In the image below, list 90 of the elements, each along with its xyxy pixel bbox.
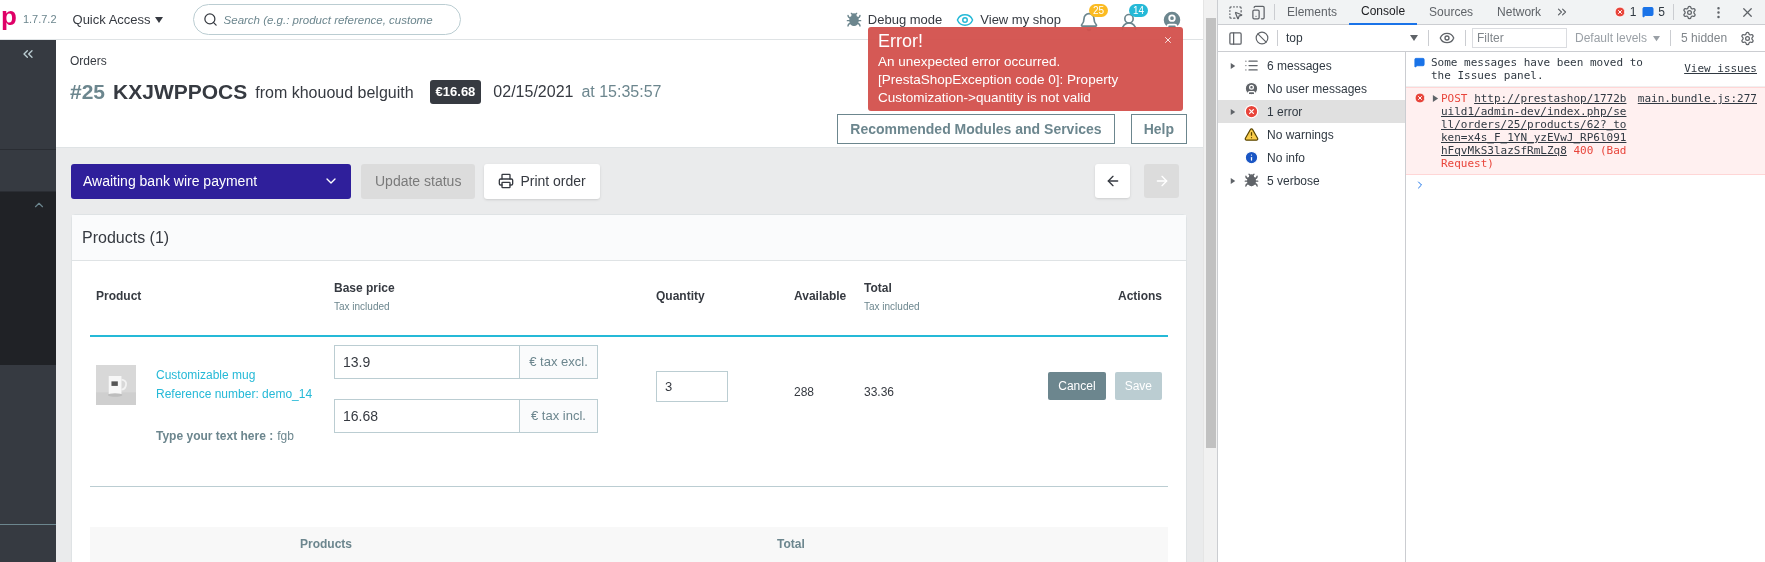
clear-console-icon[interactable] <box>1255 31 1269 45</box>
bug-icon[interactable] <box>845 11 862 28</box>
scrollbar[interactable] <box>1203 0 1217 562</box>
hidden-count: 5 hidden <box>1681 30 1728 47</box>
console-filter-item[interactable]: No info <box>1218 146 1405 169</box>
cancel-button[interactable]: Cancel <box>1048 372 1106 400</box>
available-cell: 288 <box>794 385 815 399</box>
filter-field[interactable]: Filter <box>1472 28 1567 48</box>
order-date: 02/15/2021 <box>493 81 574 102</box>
quantity-field[interactable]: 3 <box>656 371 728 402</box>
console-filter-item[interactable]: No user messages <box>1218 77 1405 100</box>
customization-value: fgb <box>277 428 294 445</box>
bug-icon <box>1244 173 1259 188</box>
console-error-message[interactable]: POST http://prestashop/1772build1/admin-dev/index.php/sell/orders/25/products/62?_token=x4s_F_1YN_yzEVwJ_RP6l091hFqvMkS3lazSfRmLZq8 400 (Bad Request) <box>1441 92 1629 170</box>
devtools-tab[interactable]: Console <box>1349 0 1418 25</box>
search-field[interactable]: Search (e.g.: product reference, custome <box>192 4 461 35</box>
settings-icon[interactable] <box>1682 4 1697 20</box>
price-field[interactable]: 13.9 <box>334 345 520 379</box>
order-reference: KXJWPPOCS <box>113 79 248 105</box>
caret-icon[interactable] <box>1410 34 1418 42</box>
previous-order-button[interactable] <box>1095 164 1130 198</box>
console-filter-item[interactable]: 1 error <box>1218 100 1405 123</box>
card-title: Products (1) <box>82 227 170 248</box>
devtools-tab[interactable]: Elements <box>1275 0 1350 25</box>
header-button[interactable]: Recommended Modules and Services <box>837 114 1115 144</box>
view-shop-link[interactable]: View my shop <box>980 9 1061 30</box>
customer-name: from khououd belguith <box>255 82 414 103</box>
column-note: Tax included <box>864 300 921 314</box>
column-header: Product <box>96 288 143 305</box>
column-header: Total <box>864 280 893 297</box>
devtools-tab[interactable]: Sources <box>1417 0 1486 25</box>
count-badge: 25 <box>1089 3 1109 17</box>
column-header: Base price <box>334 280 396 297</box>
list-icon <box>1244 58 1259 73</box>
count-badge: 14 <box>1129 3 1149 17</box>
header-button[interactable]: Help <box>1130 114 1187 144</box>
print-order-button[interactable]: Print order <box>484 163 600 199</box>
order-number: #25 <box>70 79 106 105</box>
column-header: Quantity <box>656 288 706 305</box>
settings-icon[interactable] <box>1740 30 1755 46</box>
console-filter-item[interactable]: No warnings <box>1218 123 1405 146</box>
error-icon <box>1244 104 1259 119</box>
customization-label: Type your text here : <box>156 428 274 445</box>
column-header: Actions <box>1118 288 1162 305</box>
toast-title: Error! <box>878 30 923 53</box>
inspect-icon[interactable] <box>1228 4 1243 20</box>
console-message: Some messages have been moved to the Issues panel. <box>1431 56 1644 82</box>
logo[interactable]: p <box>1 2 17 29</box>
eye-icon[interactable] <box>1439 30 1455 46</box>
user-icon <box>1244 81 1259 96</box>
view-issues-link[interactable]: View issues <box>1684 62 1757 75</box>
expand-arrow-icon[interactable] <box>1230 177 1236 184</box>
debug-mode-link[interactable]: Debug mode <box>867 9 943 30</box>
sidebar-toggle-icon[interactable] <box>1228 30 1243 46</box>
printer-icon <box>498 173 515 189</box>
version-label: 1.7.7.2 <box>22 12 57 28</box>
console-filter-item[interactable]: 5 verbose <box>1218 169 1405 192</box>
error-count[interactable]: 1 <box>1629 3 1637 21</box>
message-icon[interactable] <box>1642 6 1655 18</box>
toast-message: An unexpected error occurred. [PrestaShopException code 0]: Property Customization->quantity is not valid <box>878 53 1120 107</box>
price-addon: € tax incl. <box>520 399 598 433</box>
source-link[interactable]: main.bundle.js:277 <box>1637 92 1757 105</box>
expand-arrow-icon[interactable] <box>1432 95 1439 102</box>
warning-icon <box>1244 127 1259 142</box>
column-header: Available <box>794 288 848 305</box>
quick-access-dropdown[interactable]: Quick Access <box>72 9 163 30</box>
device-icon[interactable] <box>1251 4 1266 20</box>
order-time: at 15:35:57 <box>581 81 662 102</box>
close-icon[interactable] <box>1163 35 1173 45</box>
error-icon <box>1414 92 1426 104</box>
info-icon <box>1244 150 1259 165</box>
error-icon[interactable] <box>1613 6 1626 18</box>
price-field[interactable]: 16.68 <box>334 399 520 433</box>
message-icon <box>1414 57 1425 68</box>
caret-icon[interactable] <box>154 15 163 24</box>
summary-header: Products <box>300 536 352 553</box>
context-select[interactable]: top <box>1286 29 1418 47</box>
total-cell: 33.36 <box>864 385 895 399</box>
message-count[interactable]: 5 <box>1658 3 1665 21</box>
column-note: Tax included <box>334 300 391 314</box>
order-total-badge: €16.68 <box>429 80 482 104</box>
breadcrumb[interactable]: Orders <box>70 54 107 68</box>
expand-arrow-icon[interactable] <box>1230 108 1236 115</box>
search-icon <box>202 12 218 27</box>
expand-arrow-icon[interactable] <box>1230 62 1236 69</box>
console-filter-item[interactable]: 6 messages <box>1218 54 1405 77</box>
summary-header: Total <box>777 536 805 553</box>
status-select[interactable]: Awaiting bank wire payment <box>71 163 351 199</box>
devtools-tab[interactable]: Network <box>1485 0 1554 25</box>
price-addon: € tax excl. <box>520 345 598 379</box>
